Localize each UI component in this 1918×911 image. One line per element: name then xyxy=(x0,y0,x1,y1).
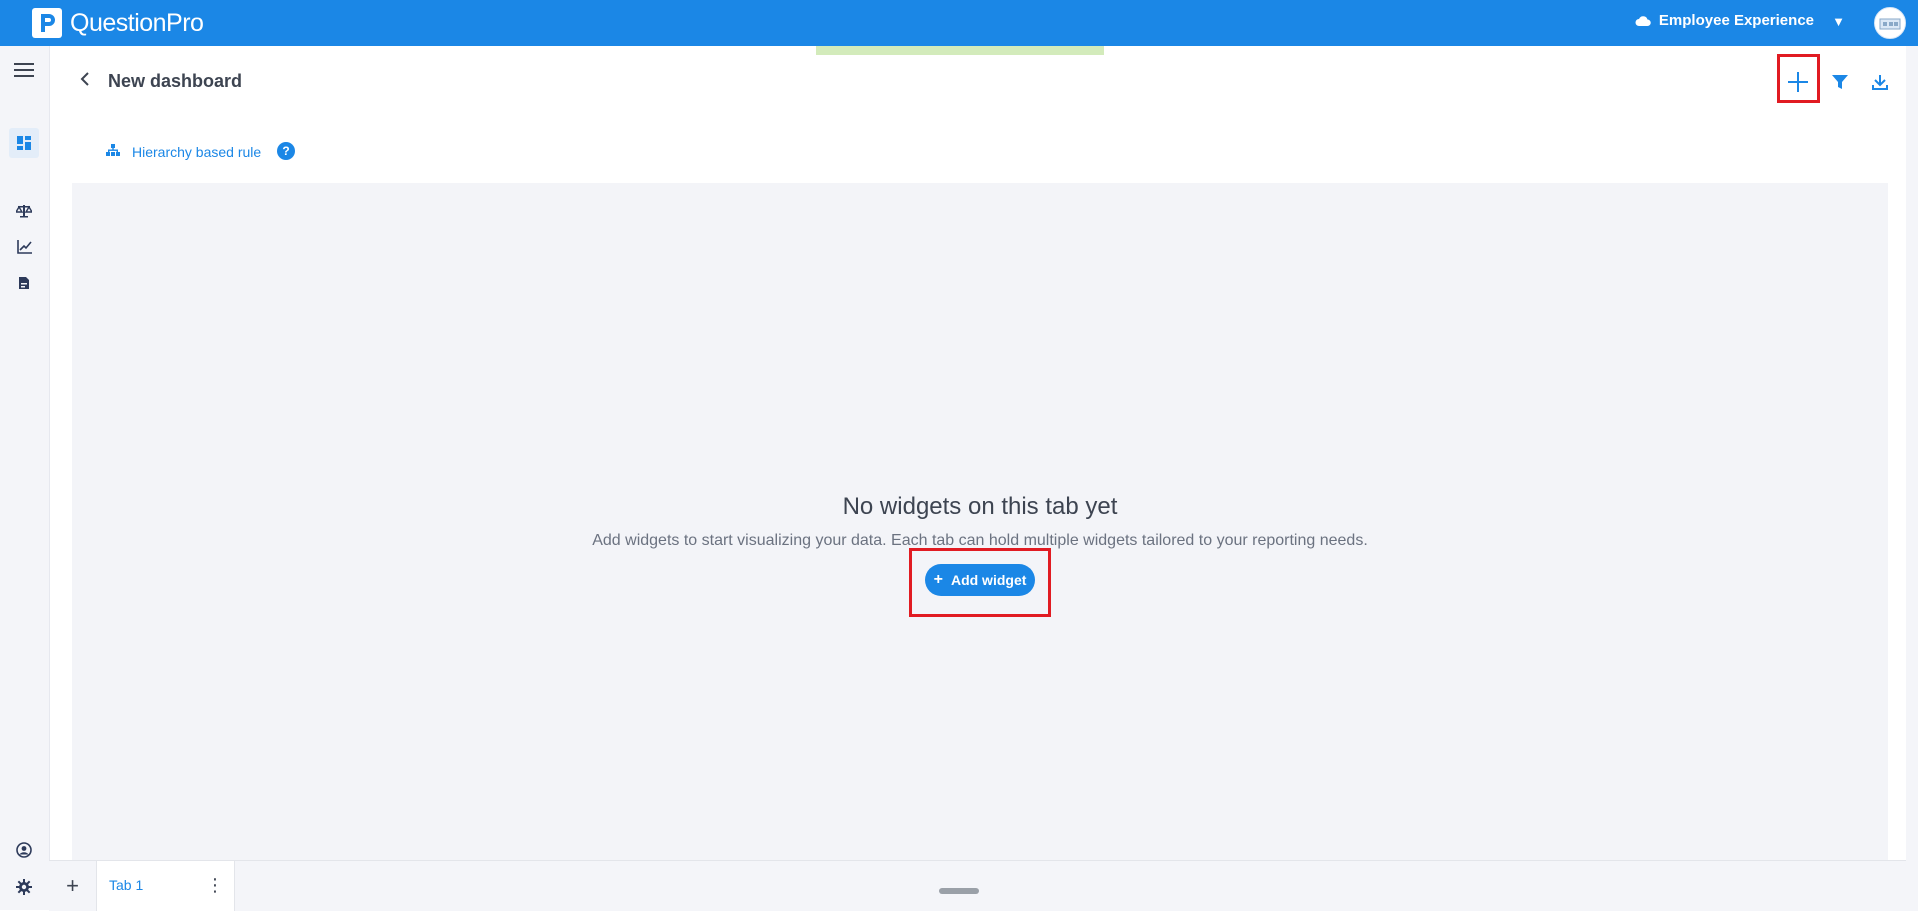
dashboard-canvas: No widgets on this tab yet Add widgets t… xyxy=(72,183,1888,860)
logo-text[interactable]: QuestionPro xyxy=(70,9,204,38)
tab-label: Tab 1 xyxy=(109,877,144,893)
resize-handle[interactable] xyxy=(939,888,979,894)
questionpro-logo-icon[interactable] xyxy=(32,8,62,38)
hierarchy-icon xyxy=(106,143,120,161)
hierarchy-rule-label: Hierarchy based rule xyxy=(132,144,262,160)
add-tab-button[interactable]: + xyxy=(49,861,97,911)
hamburger-menu-icon[interactable] xyxy=(12,58,36,82)
avatar[interactable] xyxy=(1874,7,1906,39)
back-chevron-icon[interactable] xyxy=(80,72,90,91)
kebab-menu-icon[interactable]: ⋮ xyxy=(206,876,224,894)
highlight-box-toolbar-add xyxy=(1777,54,1820,103)
gear-icon[interactable] xyxy=(12,875,36,899)
page-title: New dashboard xyxy=(108,71,243,91)
notification-strip xyxy=(816,46,1104,55)
chevron-down-icon[interactable]: ▼ xyxy=(1832,14,1845,29)
empty-state-title: No widgets on this tab yet xyxy=(842,493,1118,520)
dashboard-icon[interactable] xyxy=(9,128,39,158)
product-name: Employee Experience xyxy=(1658,12,1814,29)
scrollbar[interactable] xyxy=(1906,46,1918,910)
tab-1[interactable]: Tab 1 ⋮ xyxy=(97,861,235,911)
help-icon[interactable]: ? xyxy=(277,142,295,160)
sidebar xyxy=(0,46,50,910)
report-icon[interactable] xyxy=(12,271,36,295)
line-chart-icon[interactable] xyxy=(12,235,36,259)
highlight-box-add-widget xyxy=(909,548,1051,617)
filter-icon[interactable] xyxy=(1826,68,1854,96)
cloud-icon xyxy=(1635,15,1651,27)
hierarchy-rule-link[interactable]: Hierarchy based rule xyxy=(106,143,261,161)
tab-bar: + Tab 1 ⋮ xyxy=(49,860,1918,911)
top-bar: QuestionPro Employee Experience ▼ xyxy=(0,0,1918,46)
download-icon[interactable] xyxy=(1866,68,1894,96)
account-icon[interactable] xyxy=(12,838,36,862)
scale-icon[interactable] xyxy=(12,199,36,223)
product-switcher[interactable]: Employee Experience xyxy=(1635,12,1814,29)
